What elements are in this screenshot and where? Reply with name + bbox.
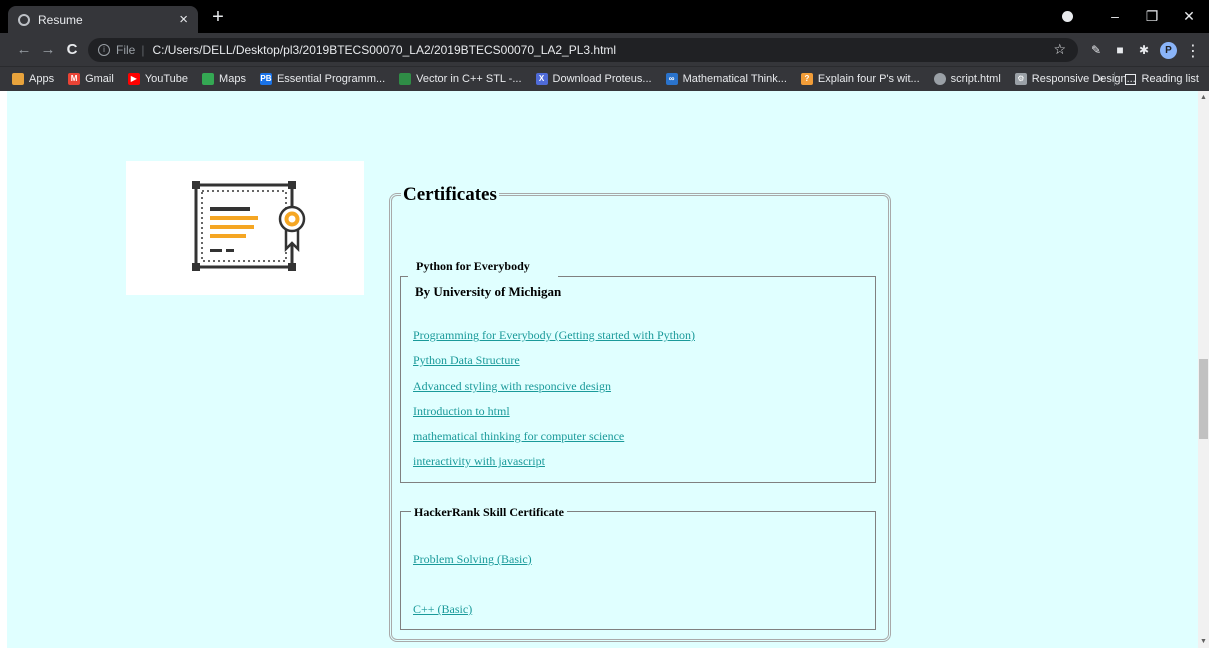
bookmark-apps[interactable]: Apps — [12, 73, 54, 85]
browser-menu-icon[interactable]: ⋮ — [1185, 41, 1201, 61]
gfg-icon — [399, 73, 412, 85]
bookmarks-right: » Reading list — [1097, 72, 1199, 86]
link-python-data-structure[interactable]: Python Data Structure — [413, 353, 520, 368]
maximize-button[interactable]: ❐ — [1141, 6, 1163, 26]
profile-avatar[interactable]: P — [1160, 42, 1177, 59]
close-window-button[interactable]: ✕ — [1178, 6, 1200, 26]
file-scheme-label: File — [116, 43, 136, 57]
address-url[interactable]: C:/Users/DELL/Desktop/pl3/2019BTECS00070… — [152, 43, 616, 57]
forward-button[interactable]: → — [38, 40, 58, 60]
bookmark-mathematical-thinking[interactable]: ∞ Mathematical Think... — [665, 73, 787, 85]
bookmarks-overflow-button[interactable]: » — [1097, 73, 1103, 85]
address-separator: | — [141, 43, 145, 57]
certificate-icon — [192, 181, 306, 271]
university-subtitle: By University of Michigan — [415, 284, 562, 299]
tab-close-button[interactable]: × — [179, 11, 188, 28]
scrollbar-thumb[interactable] — [1199, 359, 1208, 439]
page-viewport: Certificates Python for Everybody By Uni… — [7, 91, 1198, 648]
extension-square-icon[interactable]: ■ — [1112, 42, 1128, 58]
scroll-down-icon[interactable]: ▼ — [1200, 638, 1207, 645]
address-bar[interactable]: i File | C:/Users/DELL/Desktop/pl3/2019B… — [88, 38, 1078, 62]
browser-tab[interactable]: Resume × — [8, 6, 198, 33]
bookmark-gmail[interactable]: M Gmail — [68, 73, 114, 85]
hackerrank-legend: HackerRank Skill Certificate — [411, 505, 567, 520]
globe-icon — [933, 73, 946, 85]
coursera-icon: ∞ — [665, 73, 678, 85]
maps-icon — [202, 73, 215, 85]
globe-icon — [18, 13, 30, 26]
link-problem-solving-basic[interactable]: Problem Solving (Basic) — [413, 552, 532, 567]
bookmark-essential-programming[interactable]: PB Essential Programm... — [259, 73, 385, 85]
new-tab-button[interactable]: + — [206, 6, 230, 30]
question-icon: ? — [800, 73, 813, 85]
bookmark-explain-four-ps[interactable]: ? Explain four P's wit... — [800, 73, 920, 85]
reading-list-button[interactable]: Reading list — [1142, 73, 1199, 85]
pen-extension-icon[interactable]: ✎ — [1088, 42, 1104, 58]
bookmarks-bar: Apps M Gmail ▶ YouTube Maps PB Essential Pr… — [0, 66, 1209, 91]
proteus-icon: X — [535, 73, 548, 85]
bookmark-youtube[interactable]: ▶ YouTube — [127, 73, 188, 85]
minimize-button[interactable]: – — [1104, 6, 1126, 26]
reload-button[interactable]: C — [62, 40, 82, 60]
bookmark-maps[interactable]: Maps — [202, 73, 246, 85]
gmail-icon: M — [68, 73, 81, 85]
browser-toolbar: ← → C i File | C:/Users/DELL/Desktop/pl3… — [0, 33, 1209, 66]
bookmark-download-proteus[interactable]: X Download Proteus... — [535, 73, 652, 85]
bookmark-script-html[interactable]: script.html — [933, 73, 1001, 85]
info-icon[interactable]: i — [98, 44, 110, 56]
profile-indicator-icon[interactable] — [1062, 11, 1073, 22]
gear-icon: ⚙ — [1014, 73, 1027, 85]
link-mathematical-thinking[interactable]: mathematical thinking for computer scien… — [413, 429, 624, 444]
youtube-icon: ▶ — [127, 73, 140, 85]
certificates-title: Certificates — [401, 184, 499, 206]
link-advanced-styling[interactable]: Advanced styling with responcive design — [413, 379, 611, 394]
tab-title: Resume — [38, 12, 83, 27]
apps-grid-icon — [12, 73, 24, 85]
python-for-everybody-legend: Python for Everybody — [408, 257, 558, 278]
reading-list-icon — [1124, 73, 1136, 85]
link-cpp-basic[interactable]: C++ (Basic) — [413, 602, 472, 617]
certificate-image — [126, 161, 364, 295]
link-introduction-to-html[interactable]: Introduction to html — [413, 404, 510, 419]
bookmarks-divider — [1113, 72, 1115, 86]
page-scrollbar[interactable]: ▲ ▼ — [1198, 91, 1209, 648]
browser-tab-strip: Resume × + – ❐ ✕ — [0, 0, 1209, 33]
link-programming-for-everybody[interactable]: Programming for Everybody (Getting start… — [413, 328, 695, 343]
scroll-up-icon[interactable]: ▲ — [1200, 94, 1207, 101]
bookmark-vector-stl[interactable]: Vector in C++ STL -... — [399, 73, 522, 85]
puzzle-extensions-icon[interactable]: ✱ — [1136, 42, 1152, 58]
pb-icon: PB — [259, 73, 272, 85]
bookmark-star-icon[interactable]: ☆ — [1053, 41, 1066, 58]
back-button[interactable]: ← — [14, 40, 34, 60]
link-interactivity-with-javascript[interactable]: interactivity with javascript — [413, 454, 545, 469]
